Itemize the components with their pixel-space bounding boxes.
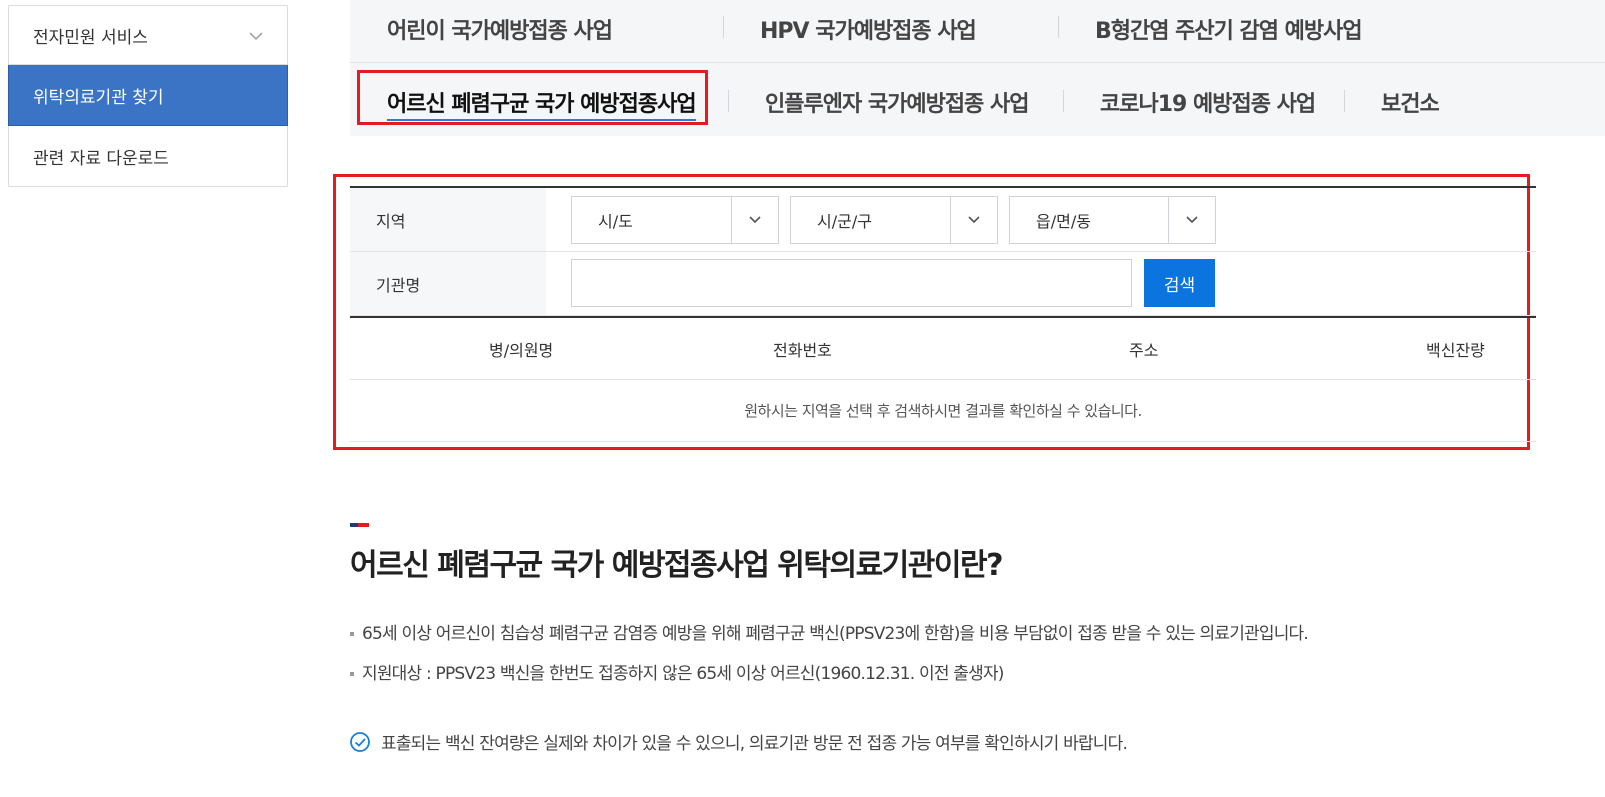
sigungu-select-value: 시/군/구 — [817, 212, 872, 231]
eupmyeondong-select[interactable]: 읍/면/동 — [1009, 196, 1216, 244]
empty-results-message: 원하시는 지역을 선택 후 검색하시면 결과를 확인하실 수 있습니다. — [350, 380, 1536, 442]
tab-hpv-vaccination[interactable]: HPV 국가예방접종 사업 — [760, 13, 977, 45]
search-panel: 지역 시/도 시/군/구 읍/면/동 기관명 검색 병/의원명 전화번호 주소 … — [333, 174, 1536, 450]
tab-divider — [728, 90, 729, 112]
sido-select[interactable]: 시/도 — [571, 196, 779, 244]
eupmyeondong-select-value: 읍/면/동 — [1036, 212, 1091, 231]
region-row: 지역 시/도 시/군/구 읍/면/동 — [350, 186, 1536, 252]
section-title: 어르신 폐렴구균 국가 예방접종사업 위탁의료기관이란? — [350, 548, 1003, 583]
sidebar: 전자민원 서비스 위탁의료기관 찾기 관련 자료 다운로드 — [8, 0, 288, 187]
chevron-down-icon — [249, 32, 263, 41]
tab-divider — [1058, 16, 1059, 38]
sido-select-value: 시/도 — [598, 212, 633, 231]
chevron-down-icon — [1168, 197, 1215, 243]
sidebar-item-label: 관련 자료 다운로드 — [33, 148, 169, 169]
results-header: 병/의원명 전화번호 주소 백신잔량 — [350, 316, 1536, 380]
column-header-phone: 전화번호 — [773, 341, 832, 360]
sidebar-item-e-civil-service[interactable]: 전자민원 서비스 — [8, 5, 288, 65]
sidebar-item-label: 위탁의료기관 찾기 — [33, 87, 164, 108]
list-item: 65세 이상 어르신이 침습성 폐렴구균 감염증 예방을 위해 폐렴구균 백신(… — [350, 620, 1550, 660]
tab-child-vaccination[interactable]: 어린이 국가예방접종 사업 — [387, 13, 613, 45]
chevron-down-icon — [950, 197, 997, 243]
sidebar-item-find-clinic[interactable]: 위탁의료기관 찾기 — [8, 65, 288, 126]
sidebar-item-label: 전자민원 서비스 — [33, 27, 148, 48]
check-circle-icon — [350, 731, 370, 752]
tab-senior-pneumococcal[interactable]: 어르신 폐렴구균 국가 예방접종사업 — [387, 86, 697, 121]
tab-divider — [1063, 90, 1064, 112]
column-header-address: 주소 — [1129, 341, 1159, 360]
tab-row-2: 어르신 폐렴구균 국가 예방접종사업 인플루엔자 국가예방접종 사업 코로나19… — [350, 62, 1605, 136]
org-name-input[interactable] — [571, 259, 1132, 307]
column-header-clinic: 병/의원명 — [489, 341, 554, 360]
search-button[interactable]: 검색 — [1144, 259, 1215, 307]
org-row: 기관명 검색 — [350, 252, 1536, 316]
list-item: 지원대상 : PPSV23 백신을 한번도 접종하지 않은 65세 이상 어르신… — [350, 660, 1550, 700]
tab-divider — [1344, 90, 1345, 112]
notice-text: 표출되는 백신 잔여량은 실제와 차이가 있을 수 있으니, 의료기관 방문 전… — [381, 734, 1128, 754]
tab-health-center[interactable]: 보건소 — [1381, 86, 1440, 118]
tab-hepatitis-b[interactable]: B형간염 주산기 감염 예방사업 — [1095, 13, 1363, 45]
section-marker — [350, 523, 369, 527]
tab-row-1: 어린이 국가예방접종 사업 HPV 국가예방접종 사업 B형간염 주산기 감염 … — [350, 0, 1605, 63]
sigungu-select[interactable]: 시/군/구 — [790, 196, 998, 244]
org-label: 기관명 — [350, 252, 546, 315]
sidebar-item-downloads[interactable]: 관련 자료 다운로드 — [8, 126, 288, 187]
chevron-down-icon — [731, 197, 778, 243]
tab-influenza[interactable]: 인플루엔자 국가예방접종 사업 — [765, 86, 1029, 118]
info-bullets: 65세 이상 어르신이 침습성 폐렴구균 감염증 예방을 위해 폐렴구균 백신(… — [350, 620, 1550, 700]
region-label: 지역 — [350, 188, 546, 251]
column-header-vaccine-stock: 백신잔량 — [1426, 341, 1485, 360]
notice: 표출되는 백신 잔여량은 실제와 차이가 있을 수 있으니, 의료기관 방문 전… — [349, 729, 1128, 754]
program-tabs: 어린이 국가예방접종 사업 HPV 국가예방접종 사업 B형간염 주산기 감염 … — [350, 0, 1605, 136]
tab-divider — [723, 16, 724, 38]
tab-covid19[interactable]: 코로나19 예방접종 사업 — [1100, 86, 1316, 118]
